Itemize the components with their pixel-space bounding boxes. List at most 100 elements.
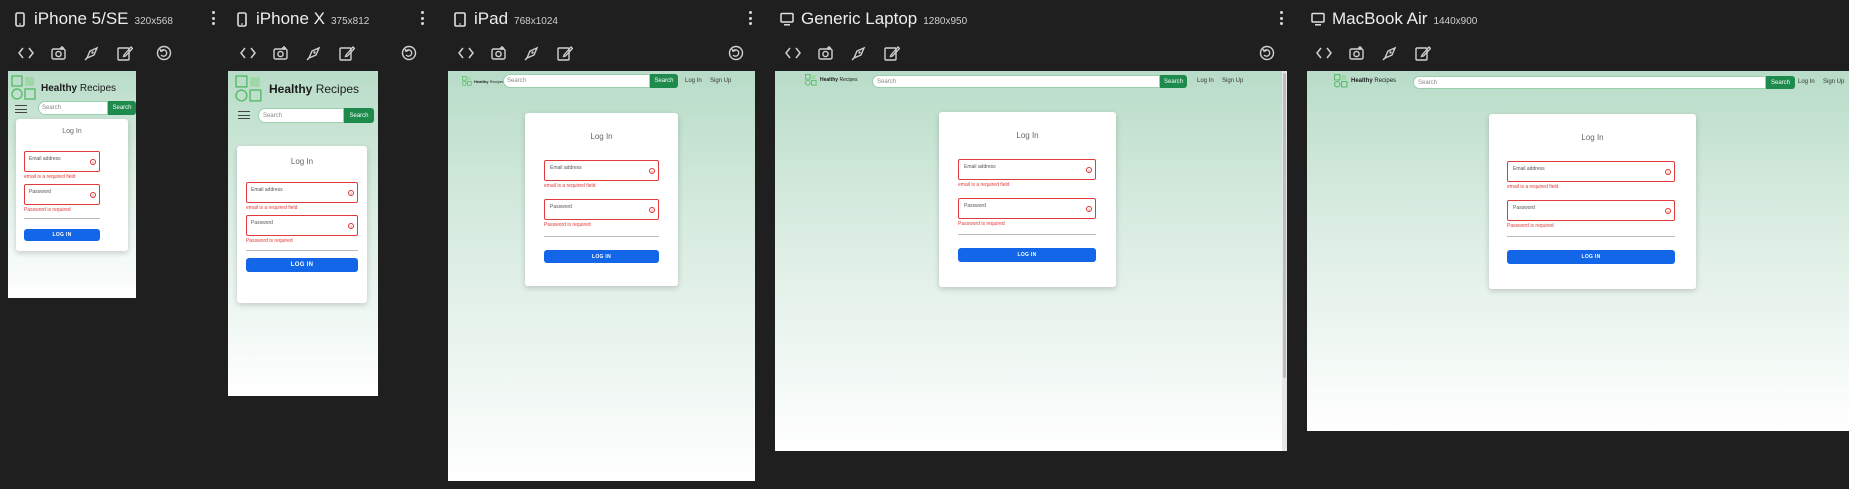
monitor-icon <box>779 10 795 28</box>
password-field[interactable]: Password ! <box>544 199 659 220</box>
nav-signup-link[interactable]: Sign Up <box>710 78 731 84</box>
nav-login-link[interactable]: Log In <box>1197 78 1214 84</box>
divider <box>1507 236 1675 237</box>
login-button[interactable]: LOG IN <box>958 248 1096 262</box>
menu-icon[interactable] <box>15 105 27 113</box>
search-button[interactable]: Search <box>108 101 136 115</box>
site-header: Healthy Recipes <box>462 76 504 86</box>
search-input[interactable]: Search <box>1413 76 1766 89</box>
code-icon[interactable] <box>456 43 476 63</box>
code-icon[interactable] <box>16 43 36 63</box>
divider <box>544 236 659 237</box>
error-icon: ! <box>1665 169 1671 175</box>
scrollbar[interactable] <box>1282 71 1287 451</box>
email-label: Email address <box>29 156 61 162</box>
divider <box>24 218 100 219</box>
brand-name[interactable]: Healthy Recipes <box>820 77 858 83</box>
logo-icon <box>462 76 472 86</box>
password-error: Password is required <box>1507 223 1554 229</box>
nav-signup-link[interactable]: Sign Up <box>1823 79 1844 85</box>
camera-icon[interactable] <box>49 43 69 63</box>
device-name: MacBook Air <box>1332 9 1428 28</box>
search-button[interactable]: Search <box>1160 75 1187 88</box>
pen-tool-icon[interactable] <box>82 43 102 63</box>
more-options-icon[interactable] <box>744 9 756 27</box>
search-input[interactable]: Search <box>872 75 1160 88</box>
brand-name[interactable]: Healthy Recipes <box>474 79 504 84</box>
email-label: Email address <box>550 165 582 171</box>
email-field[interactable]: Email address ! <box>246 182 358 203</box>
password-label: Password <box>1513 205 1535 211</box>
brand-name[interactable]: Healthy Recipes <box>269 82 359 96</box>
rotate-icon[interactable] <box>399 43 419 63</box>
error-icon: ! <box>649 207 655 213</box>
more-options-icon[interactable] <box>416 9 428 27</box>
password-field[interactable]: Password ! <box>1507 200 1675 221</box>
email-error: email is a required field <box>1507 184 1559 190</box>
camera-icon[interactable] <box>816 43 836 63</box>
card-title: Log In <box>290 157 314 166</box>
nav-signup-link[interactable]: Sign Up <box>1222 78 1243 84</box>
device-frame-macbook-air: Healthy Recipes Search Search Log In Sig… <box>1307 71 1849 431</box>
device-resolution: 320x568 <box>134 15 173 27</box>
logo-icon <box>11 75 37 101</box>
login-button[interactable]: LOG IN <box>246 258 358 272</box>
search-input[interactable]: Search <box>38 101 108 115</box>
nav-login-link[interactable]: Log In <box>685 78 702 84</box>
password-label: Password <box>29 189 51 195</box>
rotate-icon[interactable] <box>726 43 746 63</box>
monitor-icon <box>1310 10 1326 28</box>
code-icon[interactable] <box>783 43 803 63</box>
password-field[interactable]: Password ! <box>958 198 1096 219</box>
pen-tool-icon[interactable] <box>1380 43 1400 63</box>
rotate-icon[interactable] <box>154 43 174 63</box>
brand-name[interactable]: Healthy Recipes <box>41 83 116 94</box>
pen-tool-icon[interactable] <box>849 43 869 63</box>
pen-tool-icon[interactable] <box>522 43 542 63</box>
device-header: iPhone X 375x812 <box>234 8 369 30</box>
camera-icon[interactable] <box>271 43 291 63</box>
edit-icon[interactable] <box>555 43 575 63</box>
password-field[interactable]: Password ! <box>246 215 358 236</box>
error-icon: ! <box>1086 167 1092 173</box>
password-label: Password <box>964 203 986 209</box>
more-options-icon[interactable] <box>1275 9 1287 27</box>
brand-name[interactable]: Healthy Recipes <box>1351 78 1396 84</box>
password-field[interactable]: Password ! <box>24 184 100 205</box>
email-field[interactable]: Email address ! <box>958 159 1096 180</box>
nav-login-link[interactable]: Log In <box>1798 79 1815 85</box>
camera-icon[interactable] <box>489 43 509 63</box>
menu-icon[interactable] <box>238 111 250 119</box>
error-icon: ! <box>348 190 354 196</box>
edit-icon[interactable] <box>337 43 357 63</box>
code-icon[interactable] <box>1314 43 1334 63</box>
email-field[interactable]: Email address ! <box>544 160 659 181</box>
search-input[interactable]: Search <box>258 108 344 123</box>
pen-tool-icon[interactable] <box>304 43 324 63</box>
device-name: iPhone X <box>256 9 325 28</box>
device-frame-generic-laptop: Healthy Recipes Search Search Log In Sig… <box>775 71 1287 451</box>
password-error: Password is required <box>958 221 1005 227</box>
code-icon[interactable] <box>238 43 258 63</box>
rotate-icon[interactable] <box>1257 43 1277 63</box>
email-field[interactable]: Email address ! <box>24 151 100 172</box>
scrollbar-thumb[interactable] <box>1283 73 1286 378</box>
search-button[interactable]: Search <box>650 74 678 88</box>
email-field[interactable]: Email address ! <box>1507 161 1675 182</box>
password-error: Password is required <box>246 238 293 244</box>
edit-icon[interactable] <box>115 43 135 63</box>
search-button[interactable]: Search <box>344 108 374 123</box>
search-input[interactable]: Search <box>503 74 650 88</box>
edit-icon[interactable] <box>1413 43 1433 63</box>
logo-icon <box>1334 74 1348 88</box>
search-button[interactable]: Search <box>1766 76 1795 89</box>
device-header: Generic Laptop 1280x950 <box>779 8 967 30</box>
search-bar: Search Search <box>503 74 678 88</box>
email-error: email is a required field <box>544 183 596 189</box>
login-button[interactable]: LOG IN <box>1507 250 1675 264</box>
login-button[interactable]: LOG IN <box>544 250 659 263</box>
edit-icon[interactable] <box>882 43 902 63</box>
login-button[interactable]: LOG IN <box>24 229 100 241</box>
camera-icon[interactable] <box>1347 43 1367 63</box>
more-options-icon[interactable] <box>207 9 219 27</box>
